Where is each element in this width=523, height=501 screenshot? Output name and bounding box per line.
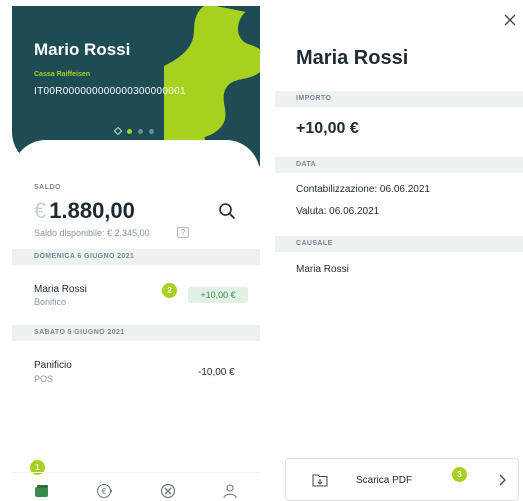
data-label: DATA <box>275 157 523 173</box>
causale-label: CAUSALE <box>275 236 523 252</box>
download-pdf-button[interactable]: Scarica PDF 3 <box>285 458 519 501</box>
svg-text:€: € <box>101 487 106 496</box>
balance-amount: €1.880,00 <box>34 198 135 224</box>
transaction-detail: Maria Rossi IMPORTO +10,00 € DATA Contab… <box>275 0 523 501</box>
value-date: Valuta: 06.06.2021 <box>296 206 380 217</box>
search-icon[interactable] <box>218 202 236 220</box>
bottom-nav: € <box>12 472 260 501</box>
download-pdf-label: Scarica PDF <box>356 475 413 486</box>
download-folder-icon <box>312 474 328 487</box>
close-icon[interactable] <box>503 13 517 27</box>
pagination-dot[interactable] <box>138 128 143 134</box>
date-header: DOMENICA 6 GIUGNO 2021 <box>12 249 260 265</box>
transaction-amount-positive: +10,00 € <box>188 287 248 303</box>
importo-value: +10,00 € <box>296 120 359 137</box>
step-badge-2: 2 <box>162 283 177 298</box>
date-header: SABATO 5 GIUGNO 2021 <box>12 325 260 341</box>
pagination-dot[interactable] <box>149 128 154 134</box>
card-pagination[interactable] <box>113 126 154 136</box>
wallet-icon[interactable] <box>34 483 50 499</box>
detail-title: Maria Rossi <box>296 47 409 69</box>
balance-label: SALDO <box>34 184 61 191</box>
step-badge-3: 3 <box>452 467 467 482</box>
balance-value: 1.880,00 <box>49 198 135 223</box>
transaction-type: Bonifico <box>34 297 67 307</box>
card-curve <box>12 140 260 180</box>
euro-exchange-icon[interactable]: € <box>96 483 112 499</box>
accounting-date: Contabilizzazione: 06.06.2021 <box>296 184 430 195</box>
pagination-add-dot[interactable] <box>113 126 123 136</box>
card-holder-name: Mario Rossi <box>34 40 131 59</box>
help-icon[interactable]: ? <box>177 227 189 238</box>
available-balance: Saldo disponibile: € 2.345,00 <box>34 228 150 238</box>
pagination-dot-active[interactable] <box>127 128 132 134</box>
account-screen: Mario Rossi Cassa Raiffeisen IT00R000000… <box>12 0 260 501</box>
user-icon[interactable] <box>222 483 238 499</box>
transaction-amount-negative: -10,00 € <box>198 367 235 378</box>
causale-value: Maria Rossi <box>296 264 349 275</box>
bank-name: Cassa Raiffeisen <box>34 71 91 78</box>
transaction-title[interactable]: Panificio <box>34 360 72 371</box>
transaction-type: POS <box>34 374 54 384</box>
importo-label: IMPORTO <box>275 91 523 107</box>
currency-symbol: € <box>34 198 47 223</box>
iban: IT00R000000000000300000001 <box>34 86 186 97</box>
chevron-right-icon <box>499 474 506 486</box>
cancel-circle-icon[interactable] <box>160 483 176 499</box>
transaction-title[interactable]: Maria Rossi <box>34 284 87 295</box>
